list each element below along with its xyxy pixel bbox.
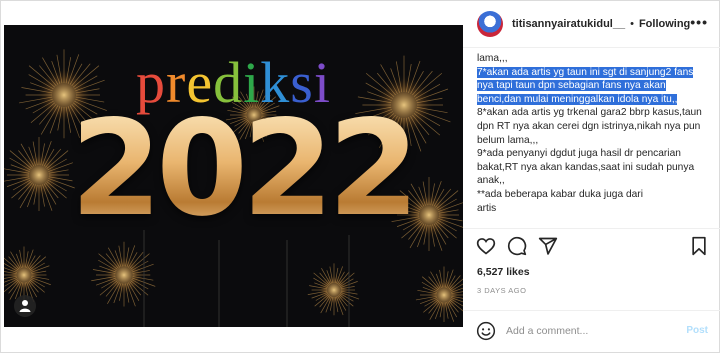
post-header: titisannyairatukidul__ • Following ••• <box>463 0 720 48</box>
caption-line: 9*ada penyanyi dgdut juga hasil dr penca… <box>477 148 695 187</box>
image-year-text: 2022 <box>42 103 442 235</box>
bookmark-icon[interactable] <box>689 236 709 256</box>
comment-icon[interactable] <box>507 236 527 256</box>
comment-bar: Post <box>463 310 720 352</box>
likes-count[interactable]: 6,527 likes <box>477 266 530 278</box>
more-options-icon[interactable]: ••• <box>690 14 708 30</box>
post-date[interactable]: 3 DAYS AGO <box>477 286 526 295</box>
caption-line: artis <box>477 202 497 214</box>
caption-line: **ada beberapa kabar duka juga dari <box>477 188 643 200</box>
caption-line: 8*akan ada artis yg trkenal gara2 bbrp k… <box>477 107 702 146</box>
avatar[interactable] <box>477 10 503 37</box>
username-link[interactable]: titisannyairatukidul__ <box>512 18 625 30</box>
caption-line: lama,,, <box>477 53 508 64</box>
action-bar <box>463 228 720 262</box>
separator-dot: • <box>630 17 634 30</box>
emoji-icon[interactable] <box>476 321 496 346</box>
share-icon[interactable] <box>538 236 558 256</box>
post-image[interactable]: prediksi 2022 <box>4 25 463 327</box>
following-button[interactable]: Following <box>639 18 690 30</box>
person-tag-icon[interactable] <box>14 295 36 317</box>
heart-icon[interactable] <box>476 236 496 256</box>
caption-line-highlighted: 7*akan ada artis yg taun ini sgt di sanj… <box>477 66 694 105</box>
comment-input[interactable] <box>506 322 666 340</box>
caption-text: lama,,, 7*akan ada artis yg taun ini sgt… <box>477 52 709 224</box>
post-comment-button[interactable]: Post <box>686 325 708 336</box>
